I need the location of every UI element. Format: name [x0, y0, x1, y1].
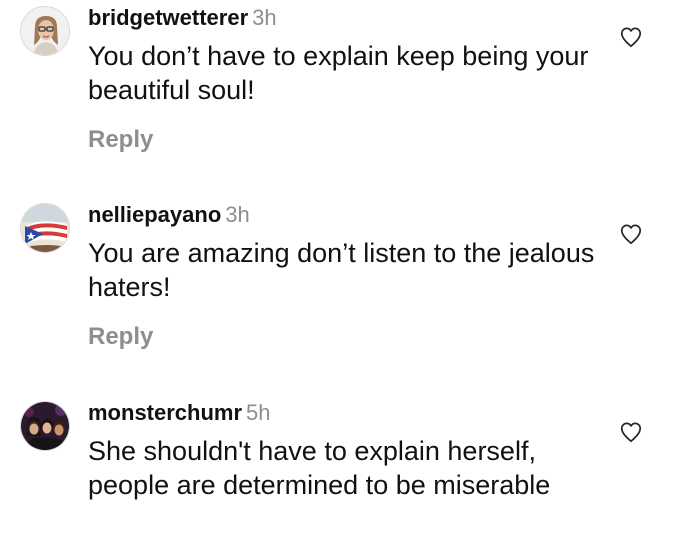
avatar[interactable]: [20, 401, 70, 451]
like-button[interactable]: [618, 24, 644, 50]
comment-text: You don’t have to explain keep being you…: [88, 41, 589, 105]
timestamp: 3h: [225, 202, 250, 227]
heart-outline-icon: [620, 422, 642, 443]
comment-header: bridgetwetterer 3h: [88, 2, 277, 34]
avatar[interactable]: [20, 6, 70, 56]
timestamp: 3h: [252, 5, 277, 30]
reply-button[interactable]: Reply: [88, 124, 153, 156]
reply-button[interactable]: Reply: [88, 321, 153, 353]
username[interactable]: bridgetwetterer: [88, 5, 248, 30]
comment-header: monsterchumr 5h: [88, 397, 271, 429]
comment-text: She shouldn't have to explain herself, p…: [88, 436, 551, 500]
username[interactable]: monsterchumr: [88, 400, 242, 425]
person-with-glasses-avatar: [21, 7, 69, 55]
like-button[interactable]: [618, 221, 644, 247]
comment-header: nelliepayano 3h: [88, 199, 250, 231]
username[interactable]: nelliepayano: [88, 202, 221, 227]
timestamp: 5h: [246, 400, 271, 425]
avatar[interactable]: [20, 203, 70, 253]
heart-outline-icon: [620, 224, 642, 245]
puerto-rico-flag-avatar: [21, 204, 69, 252]
heart-outline-icon: [620, 27, 642, 48]
group-photo-avatar: [21, 402, 69, 450]
comment-text: You are amazing don’t listen to the jeal…: [88, 238, 595, 302]
like-button[interactable]: [618, 419, 644, 445]
